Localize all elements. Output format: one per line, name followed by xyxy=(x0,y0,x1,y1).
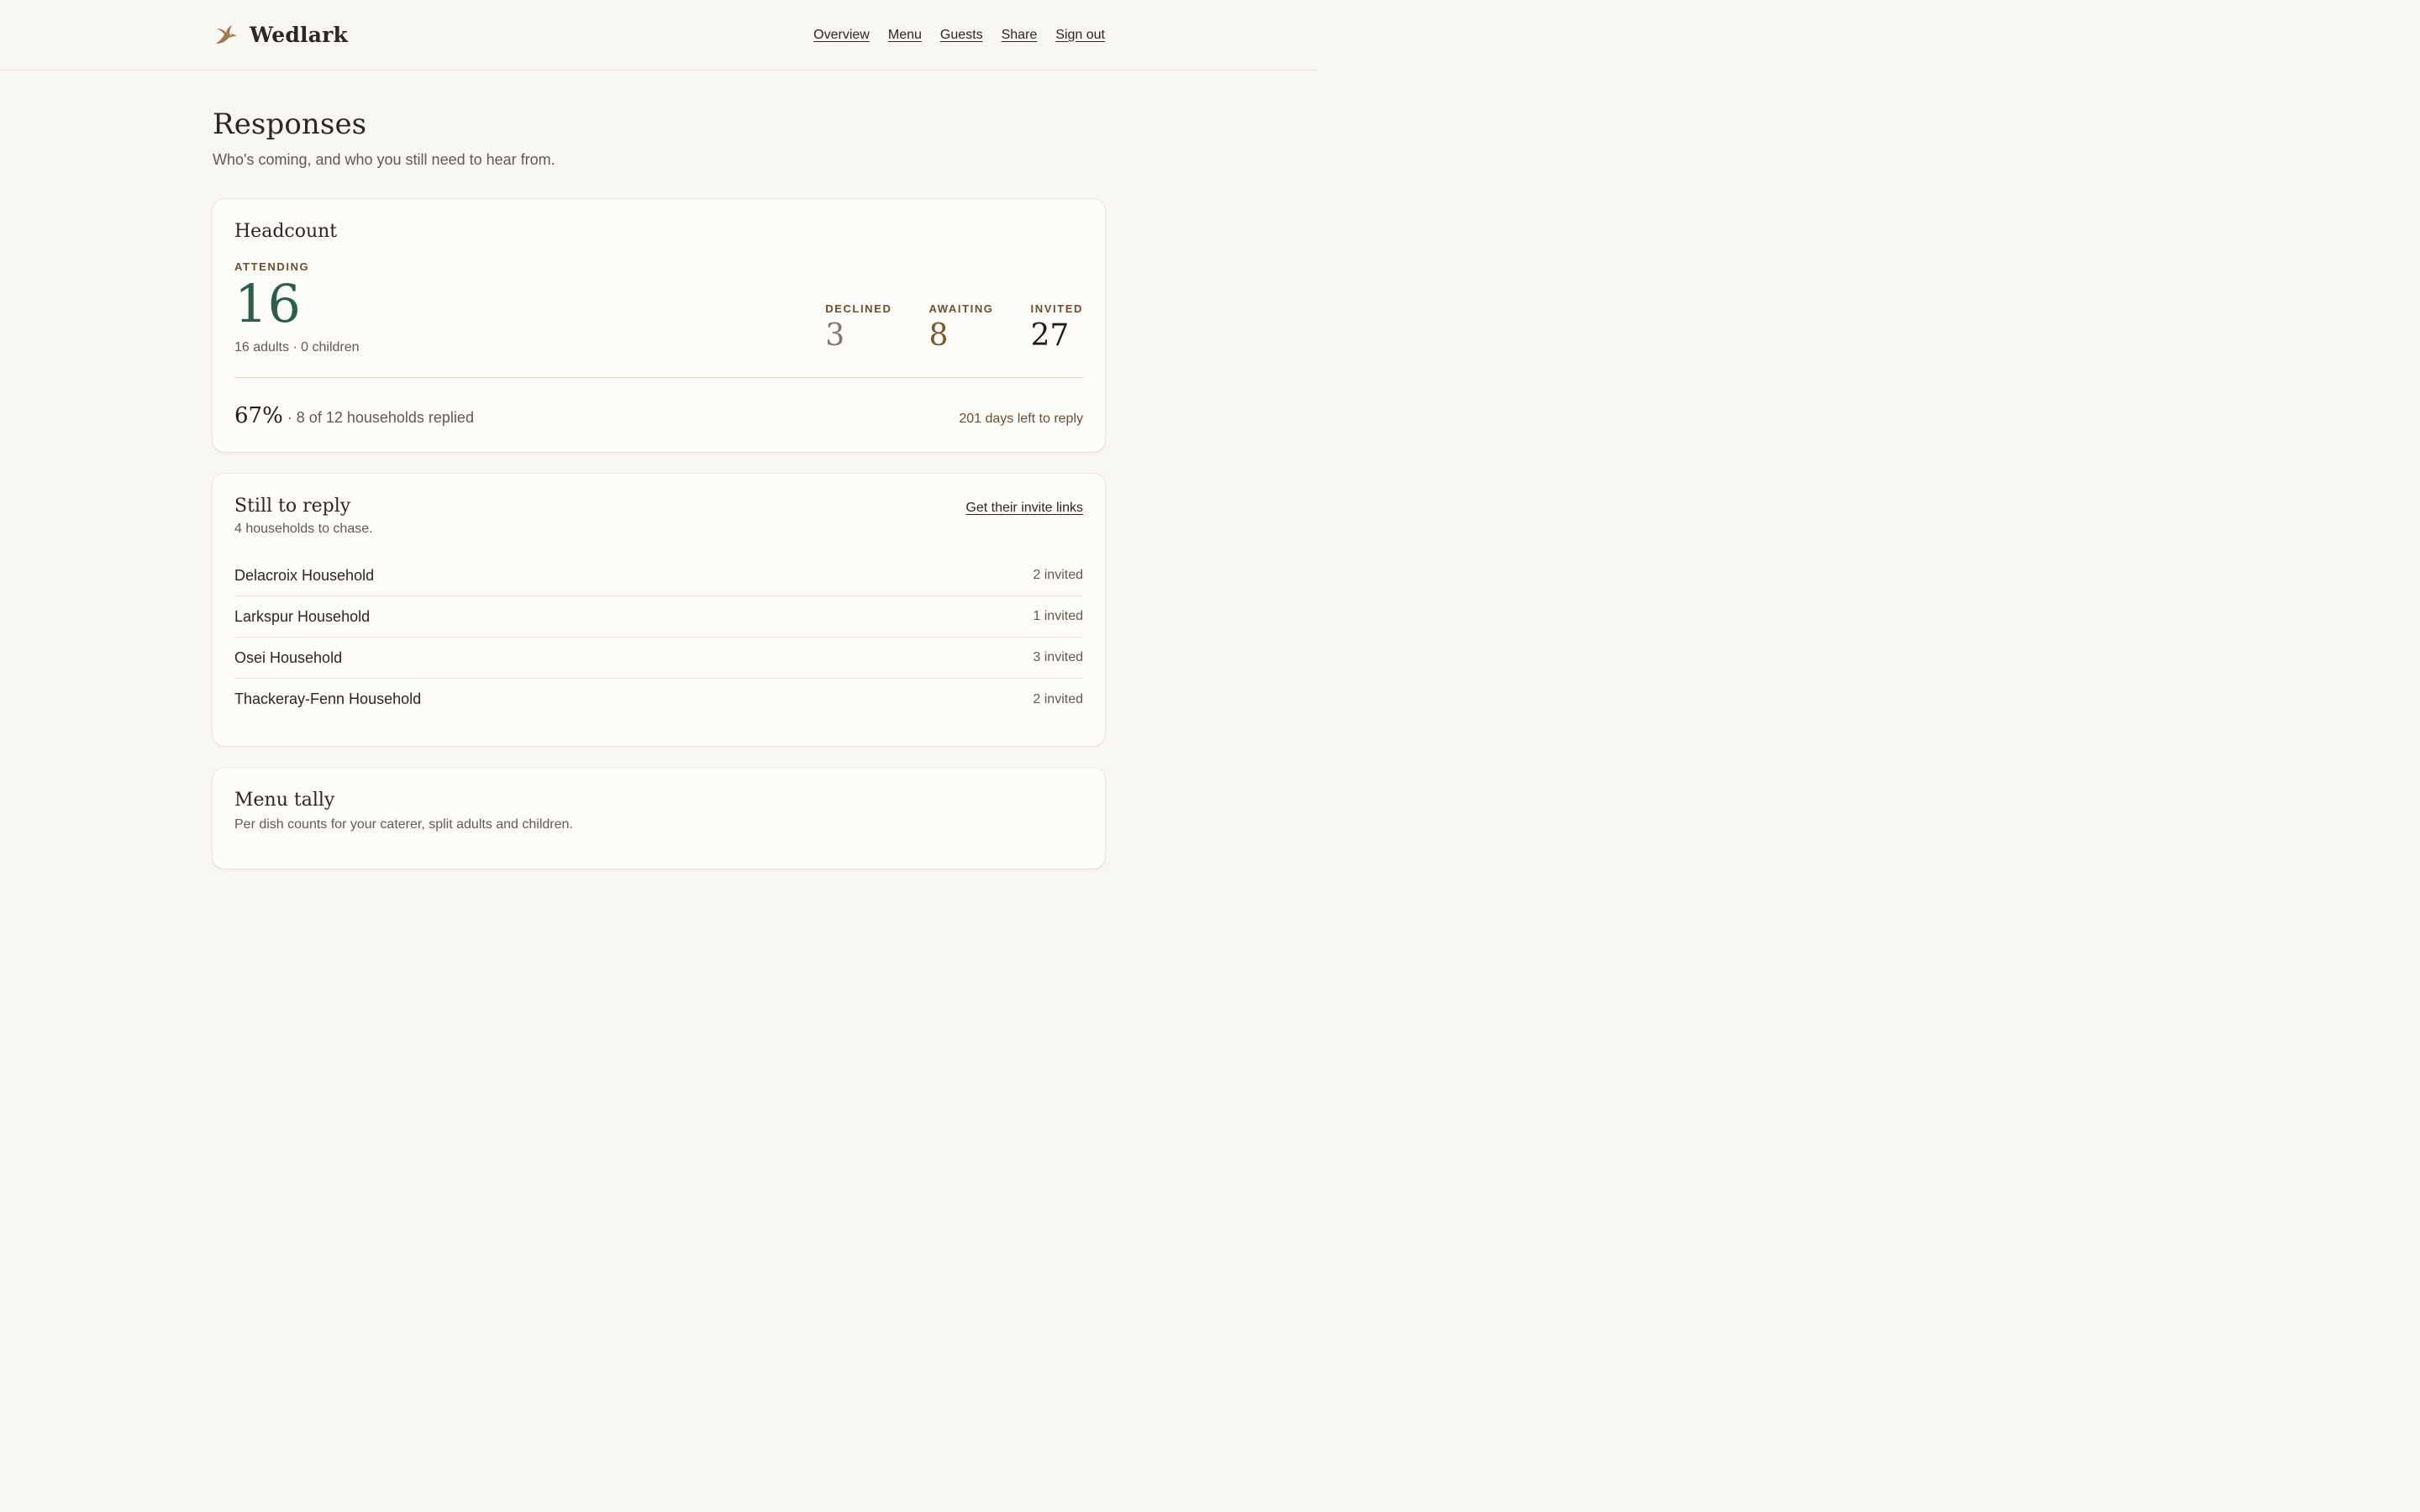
declined-count: 3 xyxy=(825,318,845,353)
still-to-reply-subtitle: 4 households to chase. xyxy=(234,522,373,536)
top-navigation-bar: Wedlark Overview Menu Guests Share Sign … xyxy=(0,0,1318,71)
main-content: Responses Who's coming, and who you stil… xyxy=(213,108,1105,869)
page-subtitle: Who's coming, and who you still need to … xyxy=(213,151,555,168)
headcount-divider xyxy=(234,377,1083,378)
household-name: Larkspur Household xyxy=(234,607,371,625)
household-name: Delacroix Household xyxy=(234,566,375,584)
invited-stat: INVITED 27 xyxy=(1031,302,1083,355)
page-title: Responses xyxy=(213,108,367,141)
attending-breakdown: 16 adults · 0 children xyxy=(234,340,360,354)
household-invited-count: 2 invited xyxy=(1033,691,1083,706)
headcount-card: Headcount ATTENDING 16 16 adults · 0 chi… xyxy=(213,199,1105,452)
brand-name: Wedlark xyxy=(250,23,349,47)
list-item: Thackeray-Fenn Household 2 invited xyxy=(234,679,1083,720)
household-name: Osei Household xyxy=(234,648,343,666)
get-invite-links-link[interactable]: Get their invite links xyxy=(965,501,1083,516)
awaiting-count: 8 xyxy=(929,318,949,353)
invited-count: 27 xyxy=(1030,318,1070,353)
nav-sign-out-link[interactable]: Sign out xyxy=(1055,28,1105,43)
nav-overview-link[interactable]: Overview xyxy=(813,28,870,43)
list-item: Delacroix Household 2 invited xyxy=(234,555,1083,596)
brand-home-link[interactable]: Wedlark xyxy=(213,22,348,49)
household-invited-count: 2 invited xyxy=(1033,568,1083,582)
awaiting-label: AWAITING xyxy=(929,302,994,315)
menu-tally-card: Menu tally Per dish counts for your cate… xyxy=(213,768,1105,869)
main-nav: Overview Menu Guests Share Sign out xyxy=(813,28,1105,43)
pending-households-list: Delacroix Household 2 invited Larkspur H… xyxy=(234,555,1083,720)
household-invited-count: 3 invited xyxy=(1033,650,1083,664)
menu-tally-title: Menu tally xyxy=(234,790,335,811)
nav-menu-link[interactable]: Menu xyxy=(888,28,922,43)
swallow-bird-icon xyxy=(216,24,237,44)
headcount-title: Headcount xyxy=(234,221,338,242)
nav-guests-link[interactable]: Guests xyxy=(940,28,983,43)
reply-summary: · 8 of 12 households replied xyxy=(282,409,474,426)
list-item: Osei Household 3 invited xyxy=(234,638,1083,679)
still-to-reply-title: Still to reply xyxy=(234,496,351,517)
days-left-to-reply: 201 days left to reply xyxy=(959,412,1083,426)
household-invited-count: 1 invited xyxy=(1033,609,1083,623)
declined-stat: DECLINED 3 xyxy=(825,302,892,355)
awaiting-stat: AWAITING 8 xyxy=(929,302,993,355)
invited-label: INVITED xyxy=(1030,302,1083,315)
declined-label: DECLINED xyxy=(825,302,892,315)
response-stats: DECLINED 3 AWAITING 8 INVITED 27 xyxy=(825,302,1083,355)
reply-progress: 67% · 8 of 12 households replied 201 day… xyxy=(234,403,1083,428)
attending-count: 16 xyxy=(234,273,301,334)
menu-tally-subtitle: Per dish counts for your caterer, split … xyxy=(234,817,573,832)
list-item: Larkspur Household 1 invited xyxy=(234,596,1083,638)
still-to-reply-card: Still to reply Get their invite links 4 … xyxy=(213,474,1105,746)
reply-percent: 67% xyxy=(234,403,283,428)
attending-label: ATTENDING xyxy=(234,260,310,273)
attending-block: ATTENDING 16 16 adults · 0 children xyxy=(234,260,360,355)
nav-share-link[interactable]: Share xyxy=(1002,28,1038,43)
household-name: Thackeray-Fenn Household xyxy=(234,690,422,707)
